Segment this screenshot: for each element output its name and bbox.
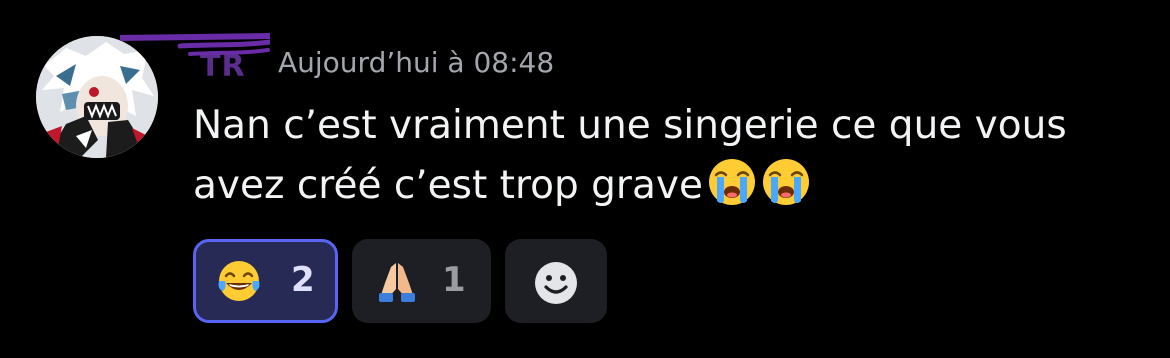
message-header: TR Aujourd’hui à 08:48 xyxy=(120,33,606,88)
message-text: Nan c’est vraiment une singerie ce que v… xyxy=(193,103,1067,208)
message-timestamp[interactable]: Aujourd’hui à 08:48 xyxy=(278,46,554,80)
chat-message: TR Aujourd’hui à 08:48 Nan c’est vraimen… xyxy=(0,0,1170,358)
redaction-scribble xyxy=(120,33,270,56)
message-content: Nan c’est vraiment une singerie ce que v… xyxy=(193,96,1123,216)
reaction-tears-of-joy[interactable]: 2 xyxy=(193,239,338,323)
loudly-crying-face-icon xyxy=(708,159,755,205)
reaction-count: 1 xyxy=(442,260,466,300)
reactions-bar: 2 1 xyxy=(193,239,613,323)
reaction-folded-hands[interactable]: 1 xyxy=(352,239,491,323)
loudly-crying-face-icon xyxy=(762,159,809,205)
reaction-count: 2 xyxy=(291,260,315,300)
folded-hands-icon xyxy=(379,263,415,302)
smiley-add-reaction-icon xyxy=(535,262,577,304)
add-reaction-button[interactable] xyxy=(505,239,607,323)
face-with-tears-of-joy-icon xyxy=(218,261,260,301)
username[interactable]: TR xyxy=(120,33,270,84)
